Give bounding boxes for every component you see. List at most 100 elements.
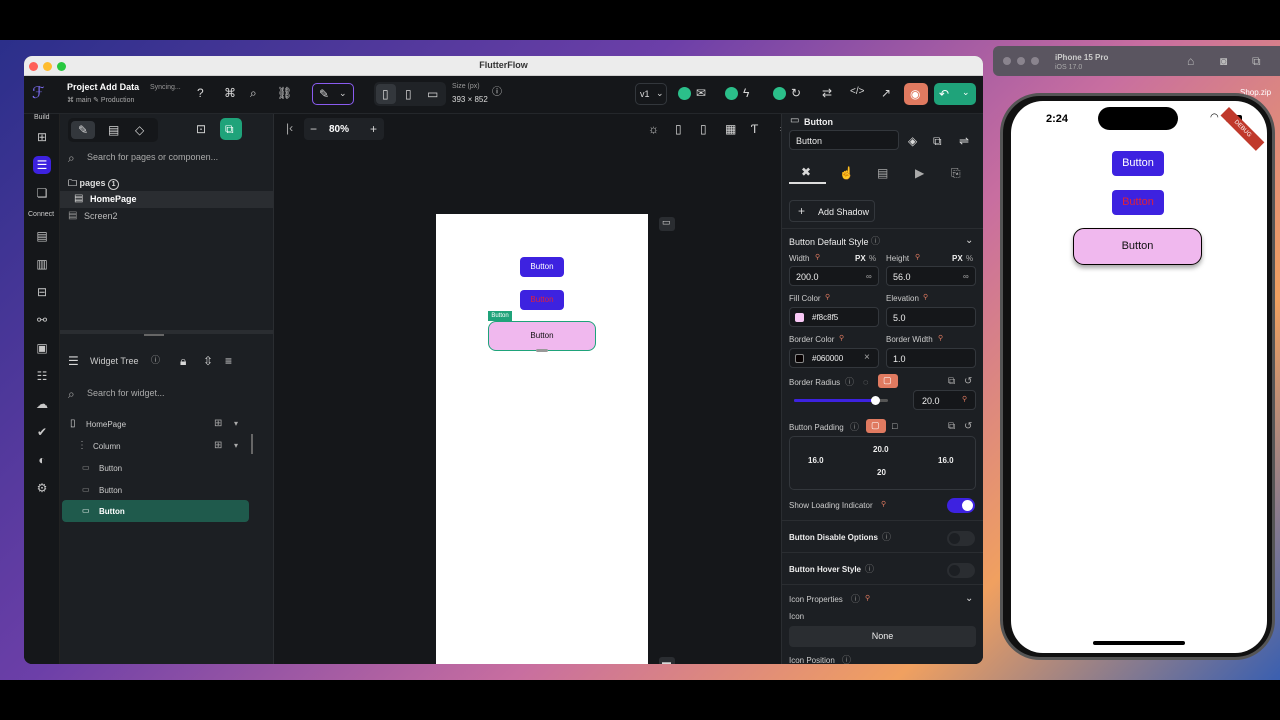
text-scale-icon[interactable]: Ƭ: [751, 123, 758, 135]
loading-indicator-toggle[interactable]: [947, 498, 975, 513]
theme-icon[interactable]: ◐: [33, 451, 51, 469]
border-color-swatch[interactable]: [795, 354, 804, 363]
padding-left-value[interactable]: 16.0: [808, 456, 824, 465]
page-item-screen2[interactable]: ▤ Screen2: [60, 208, 274, 225]
zoom-level[interactable]: 80%: [329, 124, 349, 135]
tree-node-column[interactable]: ⋮ Column ⊞ ▾: [60, 436, 250, 456]
branch-label[interactable]: ⌘ main ✎ Production: [67, 96, 134, 104]
tree-scrollbar[interactable]: [251, 434, 253, 454]
copy-widget-icon[interactable]: ⧉: [933, 135, 942, 147]
tests-icon[interactable]: ✔: [33, 423, 51, 441]
resize-handle[interactable]: [536, 349, 548, 352]
resize-handle[interactable]: [144, 334, 164, 336]
info-icon[interactable]: ⓘ: [851, 595, 860, 604]
sim-minimize-button[interactable]: [1017, 57, 1025, 65]
backend-query-tab-icon[interactable]: ▤: [877, 167, 888, 179]
info-icon[interactable]: ⓘ: [842, 656, 851, 665]
help-icon[interactable]: ?: [197, 87, 204, 99]
app-button-3[interactable]: Button: [1073, 228, 1202, 265]
info-icon[interactable]: ⓘ: [871, 237, 880, 246]
info-icon[interactable]: ⓘ: [850, 423, 859, 432]
command-icon[interactable]: ⌘: [224, 87, 236, 99]
gem-icon[interactable]: ◈: [908, 135, 917, 147]
app-state-icon[interactable]: ▥: [33, 255, 51, 273]
rotate-icon[interactable]: ⧉: [1252, 55, 1261, 67]
reset-icon[interactable]: ↺: [964, 377, 972, 387]
pages-folder[interactable]: 🗀 pages 1: [68, 176, 120, 192]
sim-close-button[interactable]: [1003, 57, 1011, 65]
sort-icon[interactable]: ≡: [225, 355, 232, 367]
design-mode-dropdown[interactable]: ✎ ⌄: [312, 83, 354, 105]
padding-bottom-value[interactable]: 20: [877, 468, 886, 477]
disable-options-toggle[interactable]: [947, 531, 975, 546]
screenshot-icon[interactable]: ◙: [1220, 55, 1227, 67]
collapse-panel-icon[interactable]: |‹: [286, 122, 293, 134]
border-width-field[interactable]: 1.0: [886, 348, 976, 368]
width-unit-px[interactable]: PX: [855, 254, 866, 263]
animation-tab-icon[interactable]: ▶: [915, 167, 924, 179]
infinity-icon[interactable]: ∞: [963, 272, 969, 281]
tree-node-button[interactable]: ▭ Button: [60, 480, 250, 500]
panel-divider[interactable]: [60, 330, 274, 334]
chevron-down-icon[interactable]: ⌄: [965, 594, 973, 604]
height-unit-px[interactable]: PX: [952, 254, 963, 263]
info-icon[interactable]: ⓘ: [865, 565, 874, 574]
link-icon[interactable]: ⛓: [277, 87, 292, 99]
light-mode-icon[interactable]: ☼: [648, 123, 659, 135]
api-icon[interactable]: ⊟: [33, 283, 51, 301]
add-child-icon[interactable]: ⊞: [214, 419, 222, 429]
infinity-icon[interactable]: ∞: [866, 272, 872, 281]
widget-name-field[interactable]: Button: [789, 130, 899, 150]
variable-icon[interactable]: ⚲: [938, 335, 943, 342]
lightning-icon[interactable]: ϟ: [743, 87, 749, 99]
canvas-button-1[interactable]: Button: [520, 257, 564, 277]
height-unit-pct[interactable]: %: [966, 254, 973, 263]
lock-icon[interactable]: 🔒︎: [180, 355, 186, 367]
open-external-icon[interactable]: ↗: [881, 87, 891, 99]
phone-device-button[interactable]: ▯: [376, 84, 396, 104]
desktop-icon[interactable]: ▭: [427, 88, 438, 100]
add-shadow-button[interactable]: + Add Shadow: [789, 200, 875, 222]
actions-tab-icon[interactable]: ☝: [839, 167, 854, 179]
docs-tab-icon[interactable]: ⎘: [951, 167, 961, 179]
pages-tab[interactable]: ✎: [71, 121, 95, 139]
padding-uniform-toggle[interactable]: ▢: [866, 419, 886, 433]
tablet-icon[interactable]: ▯: [405, 88, 412, 100]
zoom-in-icon[interactable]: +: [370, 123, 377, 135]
fill-color-field[interactable]: #f8c8f5: [789, 307, 879, 327]
app-button-2[interactable]: Button: [1112, 190, 1164, 215]
clear-icon[interactable]: ×: [864, 353, 870, 363]
widget-search-input[interactable]: Search for widget...: [87, 388, 165, 398]
check-status-icon[interactable]: [678, 87, 691, 100]
radius-slider-track[interactable]: [794, 396, 888, 405]
properties-tab[interactable]: ✖: [789, 161, 826, 184]
reset-icon[interactable]: ↺: [964, 422, 972, 432]
chat-icon[interactable]: ✉: [696, 87, 706, 99]
cloud-icon[interactable]: ☁: [33, 395, 51, 413]
page-item-homepage[interactable]: ▤ HomePage: [60, 191, 274, 208]
media-icon[interactable]: ▣: [33, 339, 51, 357]
expand-icon[interactable]: ⇳: [203, 355, 213, 367]
border-radius-field[interactable]: 20.0 ⚲: [913, 390, 976, 410]
padding-right-value[interactable]: 16.0: [938, 456, 954, 465]
gem-icon[interactable]: ◇: [135, 124, 144, 136]
radius-uniform-toggle[interactable]: ▢: [878, 374, 898, 388]
info-icon[interactable]: ⓘ: [882, 533, 891, 542]
fill-color-swatch[interactable]: [795, 313, 804, 322]
check-status-icon[interactable]: [725, 87, 738, 100]
info-icon[interactable]: ⓘ: [492, 88, 502, 98]
canvas-button-2[interactable]: Button: [520, 290, 564, 310]
variable-icon[interactable]: ⚲: [865, 595, 870, 602]
canvas-bottom-button[interactable]: ▬: [659, 657, 675, 664]
info-icon[interactable]: ⓘ: [151, 356, 160, 365]
run-dropdown-button[interactable]: ↶ ⌄: [934, 83, 976, 105]
integrations-icon[interactable]: ⚯: [33, 311, 51, 329]
code-icon[interactable]: </>: [850, 87, 864, 97]
list-icon[interactable]: ☷: [33, 367, 51, 385]
tree-node-button[interactable]: ▭ Button: [60, 458, 250, 478]
database-icon[interactable]: ▤: [33, 227, 51, 245]
preview-button[interactable]: ◉: [904, 83, 928, 105]
elevation-field[interactable]: 5.0: [886, 307, 976, 327]
hover-style-toggle[interactable]: [947, 563, 975, 578]
radius-slider-thumb[interactable]: [870, 396, 880, 405]
